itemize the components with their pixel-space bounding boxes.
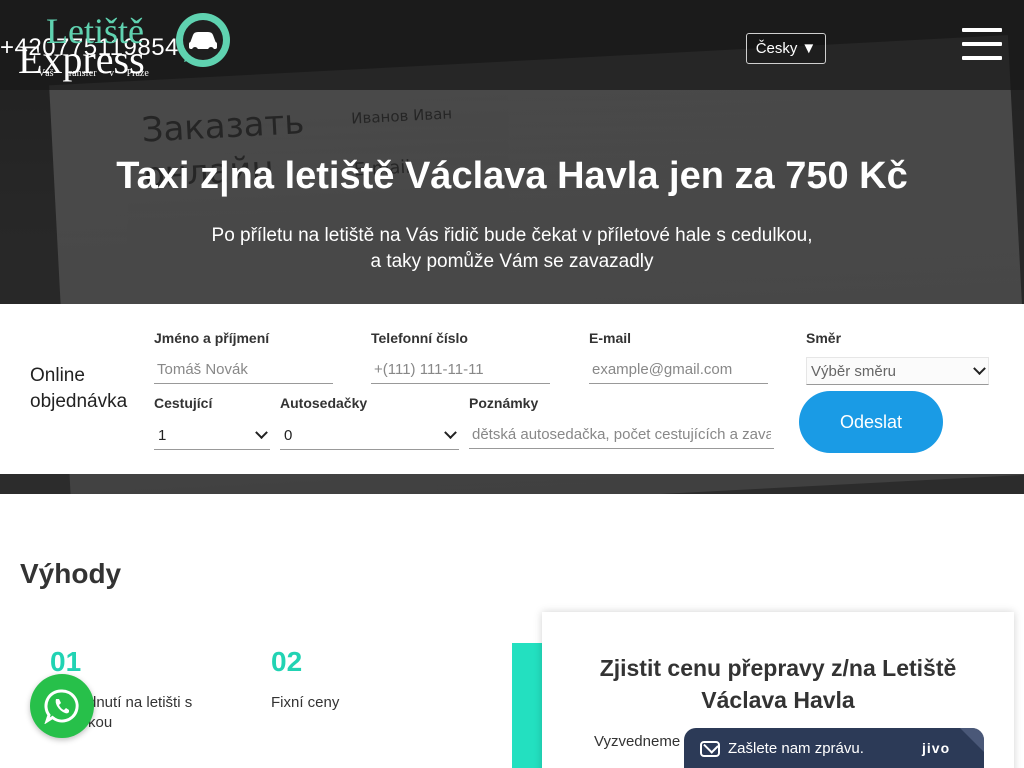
chevron-down-icon <box>444 426 457 440</box>
pickup-label: Vyzvedneme <box>594 733 681 750</box>
order-form: Online objednávka Jméno a příjmení Telef… <box>0 304 1024 474</box>
passengers-value: 1 <box>158 427 167 444</box>
benefit-number: 01 <box>50 646 82 677</box>
seats-value: 0 <box>284 427 293 444</box>
direction-label: Směr <box>806 330 842 346</box>
hero-subtitle-line2: a taky pomůže Vám se zavazadly <box>370 251 654 272</box>
benefit-number: 02 <box>271 646 303 677</box>
name-input[interactable] <box>154 356 333 384</box>
language-label: Česky <box>755 40 798 57</box>
dropdown-arrow-icon: ▼ <box>801 40 817 57</box>
name-label: Jméno a příjmení <box>154 330 270 346</box>
chat-widget[interactable]: Zašlete nam zprávu. jivo <box>684 728 984 768</box>
language-selector[interactable]: Česky ▼ <box>746 33 826 64</box>
hero-subtitle-line1: Po příletu na letiště na Vás řidič bude … <box>211 225 813 246</box>
car-bubble-icon <box>176 13 230 67</box>
benefit-text: Fixní ceny <box>271 694 340 711</box>
price-card-title-line2: Václava Havla <box>701 687 855 713</box>
seats-select[interactable]: 0 <box>280 422 459 450</box>
email-input[interactable] <box>589 356 768 384</box>
direction-select[interactable]: Výběr směru <box>806 357 989 385</box>
notes-label: Poznámky <box>469 395 539 411</box>
menu-icon[interactable] <box>962 28 1002 60</box>
benefit-text-line2: kou <box>88 714 113 731</box>
passengers-label: Cestující <box>154 395 213 411</box>
benefit-text: dnutí na letišti s kou <box>88 693 192 733</box>
hero-title: Taxi z|na letiště Václava Havla jen za 7… <box>116 155 908 197</box>
price-card-title-line1: Zjistit cenu přepravy z/na Letiště <box>599 655 957 681</box>
chat-brand: jivo <box>922 740 951 756</box>
mail-icon <box>700 741 720 757</box>
submit-button[interactable]: Odeslat <box>799 391 943 453</box>
chevron-down-icon <box>973 361 986 375</box>
email-label: E-mail <box>589 330 632 346</box>
site-logo[interactable]: Letiště Express Váš transfer v Praze <box>16 8 236 82</box>
benefits-title: Výhody <box>20 558 122 589</box>
notes-input[interactable] <box>469 421 774 449</box>
chat-prompt: Zašlete nam zprávu. <box>728 740 864 757</box>
phone-input[interactable] <box>371 356 550 384</box>
direction-value: Výběr směru <box>811 362 897 380</box>
decorative-strip <box>512 643 544 768</box>
seats-label: Autosedačky <box>280 395 368 411</box>
order-form-title: Online objednávka <box>30 365 128 412</box>
benefit-text-line1: dnutí na letišti s <box>88 694 193 711</box>
hero-subtitle: Po příletu na letiště na Vás řidič bude … <box>0 223 1024 275</box>
chat-corner-decoration <box>960 728 984 752</box>
whatsapp-button[interactable] <box>30 674 94 738</box>
chevron-down-icon <box>255 426 268 440</box>
phone-label: Telefonní číslo <box>371 330 468 346</box>
passengers-select[interactable]: 1 <box>154 422 270 450</box>
logo-tagline: Váš transfer v Praze <box>38 68 149 79</box>
price-card-title: Zjistit cenu přepravy z/na Letiště Václa… <box>542 652 1014 716</box>
whatsapp-icon <box>44 689 79 724</box>
